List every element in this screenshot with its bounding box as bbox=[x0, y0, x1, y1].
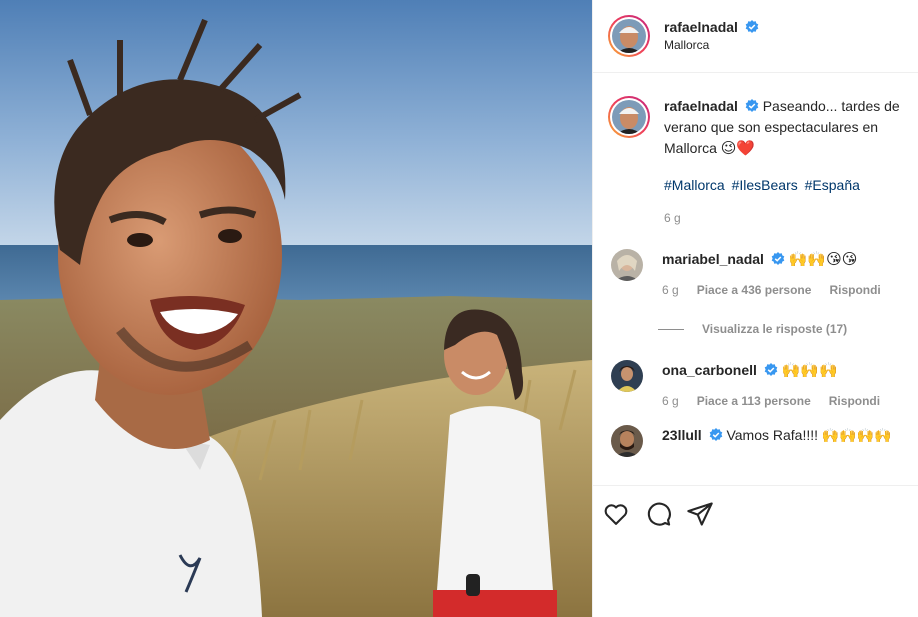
comment-username[interactable]: 23llull bbox=[662, 427, 702, 443]
comment-text: 🙌🙌🙌 bbox=[781, 362, 838, 379]
reply-button[interactable]: Rispondi bbox=[829, 391, 880, 411]
hashtag-link[interactable]: #España bbox=[805, 177, 860, 193]
comment-item: 23llull Vamos Rafa!!!! 🙌🙌🙌🙌 bbox=[608, 425, 908, 457]
avatar-image bbox=[612, 100, 646, 134]
avatar-image bbox=[611, 360, 643, 392]
avatar[interactable] bbox=[612, 19, 646, 53]
avatar[interactable] bbox=[611, 360, 643, 392]
header-location[interactable]: Mallorca bbox=[664, 36, 759, 54]
avatar-image bbox=[611, 425, 643, 457]
comment-item: ona_carbonell 🙌🙌🙌 6 g Piace a 113 person… bbox=[608, 360, 908, 411]
hashtag-link[interactable]: #IlesBears bbox=[732, 177, 798, 193]
avatar-image bbox=[612, 19, 646, 53]
header-username[interactable]: rafaelnadal bbox=[664, 19, 738, 35]
comment-time[interactable]: 6 g bbox=[662, 280, 679, 300]
action-bar bbox=[593, 485, 918, 541]
verified-badge-icon bbox=[709, 428, 722, 441]
send-icon[interactable] bbox=[686, 500, 714, 528]
comment-username[interactable]: mariabel_nadal bbox=[662, 251, 764, 267]
caption-emojis: 😉❤️ bbox=[720, 140, 756, 157]
verified-badge-icon bbox=[745, 20, 759, 33]
post-side-panel: rafaelnadal Mallorca rafaelnadal Paseand… bbox=[592, 0, 918, 617]
hashtag-link[interactable]: #Mallorca bbox=[664, 177, 725, 193]
post-photo[interactable] bbox=[0, 0, 592, 617]
comment-icon[interactable] bbox=[644, 500, 672, 528]
comments-list[interactable]: rafaelnadal Paseando... tardes de verano… bbox=[593, 74, 918, 485]
instagram-post: rafaelnadal Mallorca rafaelnadal Paseand… bbox=[0, 0, 918, 617]
story-ring[interactable] bbox=[608, 15, 650, 57]
heart-icon[interactable] bbox=[602, 500, 630, 528]
hashtags: #Mallorca #IlesBears #España bbox=[664, 175, 908, 196]
selfie-image bbox=[0, 0, 592, 617]
avatar[interactable] bbox=[612, 100, 646, 134]
comment-time[interactable]: 6 g bbox=[662, 391, 679, 411]
replies-divider bbox=[658, 328, 684, 330]
reply-button[interactable]: Rispondi bbox=[829, 280, 880, 300]
verified-badge-icon bbox=[745, 99, 759, 112]
comment-username[interactable]: ona_carbonell bbox=[662, 362, 757, 378]
comment-likes[interactable]: Piace a 113 persone bbox=[697, 391, 811, 411]
verified-badge-icon bbox=[764, 363, 778, 376]
caption-username[interactable]: rafaelnadal bbox=[664, 98, 738, 114]
caption: rafaelnadal Paseando... tardes de verano… bbox=[608, 96, 908, 229]
post-header: rafaelnadal Mallorca bbox=[593, 0, 918, 73]
comment-likes[interactable]: Piace a 436 persone bbox=[697, 280, 812, 300]
comment-text: Vamos Rafa!!!! 🙌🙌🙌🙌 bbox=[726, 427, 892, 443]
view-replies-button[interactable]: Visualizza le risposte (17) bbox=[658, 322, 908, 336]
caption-time[interactable]: 6 g bbox=[664, 208, 908, 229]
verified-badge-icon bbox=[771, 252, 785, 265]
story-ring[interactable] bbox=[608, 96, 650, 138]
avatar[interactable] bbox=[611, 249, 643, 281]
avatar-image bbox=[611, 249, 643, 281]
view-replies-label: Visualizza le risposte (17) bbox=[702, 322, 848, 336]
avatar[interactable] bbox=[611, 425, 643, 457]
comment-text: 🙌🙌😘😘 bbox=[788, 251, 858, 268]
comment-item: mariabel_nadal 🙌🙌😘😘 6 g Piace a 436 pers… bbox=[608, 249, 908, 300]
